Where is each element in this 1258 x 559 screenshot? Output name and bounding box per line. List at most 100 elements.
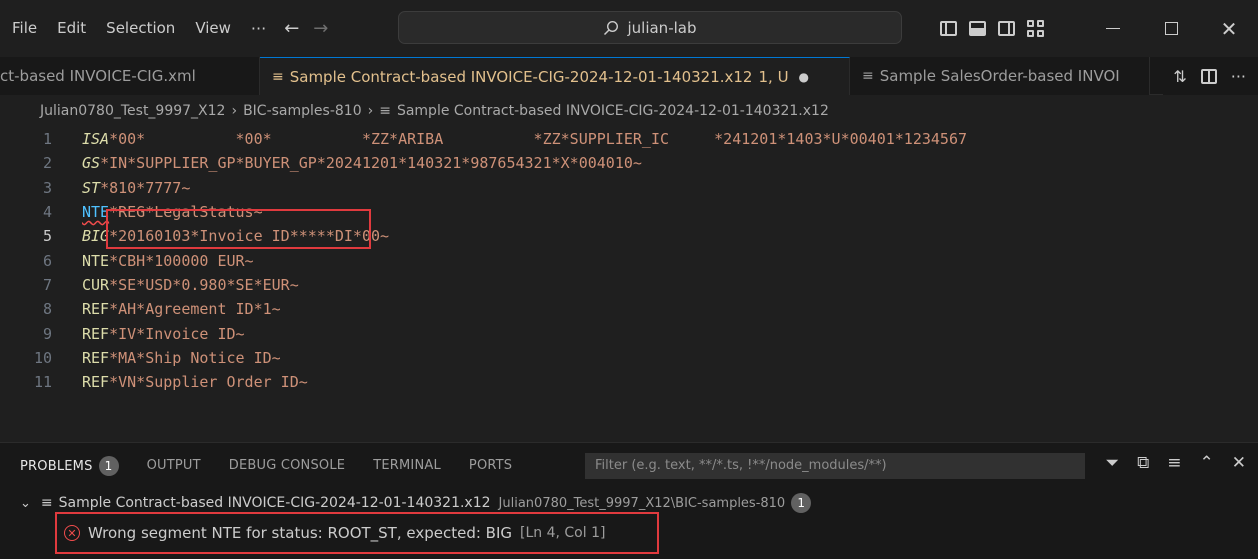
more-actions-icon[interactable]: ··· xyxy=(1231,67,1246,86)
window-controls: ✕ xyxy=(1084,0,1258,57)
tab-label: Sample SalesOrder-based INVOI xyxy=(879,67,1120,85)
customize-layout-icon[interactable] xyxy=(1027,20,1044,37)
error-message: Wrong segment NTE for status: ROOT_ST, e… xyxy=(88,524,513,542)
file-lines-icon: ≡ xyxy=(379,103,391,119)
code-line: 11 REF *VN*Supplier Order ID~ xyxy=(0,370,1258,394)
toggle-secondary-sidebar-icon[interactable] xyxy=(998,21,1015,36)
menu-file[interactable]: File xyxy=(2,0,47,57)
segment-id: GS xyxy=(82,154,101,173)
panel-actions: ⏷ ⧉ ≡ ⌃ ✕ xyxy=(1106,453,1247,473)
line-number: 4 xyxy=(42,203,52,222)
line-number: 8 xyxy=(42,300,52,319)
unsaved-dot-icon[interactable]: ● xyxy=(799,70,809,84)
source-control-compare-icon[interactable]: ⇅ xyxy=(1173,67,1186,86)
code-line: 6 NTE *CBH*100000 EUR~ xyxy=(0,248,1258,272)
breadcrumb-folder[interactable]: BIC-samples-810 xyxy=(243,103,362,119)
close-panel-icon[interactable]: ✕ xyxy=(1232,453,1246,473)
line-number: 9 xyxy=(42,324,52,343)
segment-id: ST xyxy=(82,178,101,197)
line-number: 11 xyxy=(33,373,52,392)
segment-id: BIG xyxy=(82,227,110,246)
breadcrumb-file[interactable]: Sample Contract-based INVOICE-CIG-2024-1… xyxy=(397,103,829,119)
segment-content: *00* *00* *ZZ*ARIBA *ZZ*SUPPLIER_IC *241… xyxy=(109,130,968,149)
code-editor[interactable]: 1 ISA *00* *00* *ZZ*ARIBA *ZZ*SUPPLIER_IC … xyxy=(0,127,1258,442)
menu-edit[interactable]: Edit xyxy=(47,0,96,57)
error-icon: ✕ xyxy=(64,525,80,541)
breadcrumb: Julian0780_Test_9997_X12 › BIC-samples-8… xyxy=(0,95,1258,127)
line-number: 2 xyxy=(42,154,52,173)
problem-file-name: Sample Contract-based INVOICE-CIG-2024-1… xyxy=(58,495,491,511)
more-menu-icon[interactable]: ··· xyxy=(241,19,276,38)
collapse-all-icon[interactable]: ⧉ xyxy=(1137,453,1149,473)
tab-label: PROBLEMS xyxy=(20,458,93,474)
line-number: 3 xyxy=(42,178,52,197)
tab-xml-file[interactable]: ct-based INVOICE-CIG.xml xyxy=(0,57,260,95)
segment-id: NTE xyxy=(82,251,110,270)
code-line-error: 4 NTE *REG*LegalStatus~ xyxy=(0,200,1258,224)
file-lines-icon: ≡ xyxy=(40,495,53,511)
segment-content: *CBH*100000 EUR~ xyxy=(109,251,254,270)
problem-error-row[interactable]: ✕ Wrong segment NTE for status: ROOT_ST,… xyxy=(0,518,1258,548)
segment-content: *AH*Agreement ID*1~ xyxy=(109,300,281,319)
breadcrumb-folder[interactable]: Julian0780_Test_9997_X12 xyxy=(40,103,225,119)
segment-id: REF xyxy=(82,373,110,392)
forward-arrow-icon[interactable]: → xyxy=(313,18,328,39)
segment-content: *MA*Ship Notice ID~ xyxy=(109,348,281,367)
segment-id-error: NTE xyxy=(82,203,110,222)
minimize-button[interactable] xyxy=(1084,0,1142,57)
segment-content: *20160103*Invoice ID*****DI*00~ xyxy=(109,227,390,246)
split-editor-icon[interactable] xyxy=(1200,68,1217,84)
back-arrow-icon[interactable]: ← xyxy=(284,18,299,39)
tab-label: Sample Contract-based INVOICE-CIG-2024-1… xyxy=(289,67,753,86)
chevron-right-icon: › xyxy=(231,103,238,119)
menu-view[interactable]: View xyxy=(185,0,241,57)
navigation-arrows: ← → xyxy=(284,18,328,39)
title-bar: File Edit Selection View ··· ← → julian-… xyxy=(0,0,1258,57)
tab-status-badge: 1, U xyxy=(758,67,789,86)
tab-actions: ⇅ ··· xyxy=(1163,57,1258,95)
tab-salesorder-file[interactable]: ≡ Sample SalesOrder-based INVOI xyxy=(850,57,1150,95)
file-lines-icon: ≡ xyxy=(272,68,284,85)
toggle-primary-sidebar-icon[interactable] xyxy=(940,21,957,36)
tab-active-x12-file[interactable]: ≡ Sample Contract-based INVOICE-CIG-2024… xyxy=(260,57,850,95)
filter-funnel-icon[interactable]: ⏷ xyxy=(1106,453,1120,473)
problem-file-row[interactable]: ⌄ ≡ Sample Contract-based INVOICE-CIG-20… xyxy=(0,488,1258,518)
line-number: 1 xyxy=(42,130,52,149)
command-center-search[interactable]: julian-lab xyxy=(398,11,902,44)
segment-id: REF xyxy=(82,348,110,367)
bottom-panel: PROBLEMS 1 OUTPUT DEBUG CONSOLE TERMINAL … xyxy=(0,442,1258,559)
segment-content: *IV*Invoice ID~ xyxy=(109,324,245,343)
maximize-button[interactable] xyxy=(1142,0,1200,57)
editor-tabs: ct-based INVOICE-CIG.xml ≡ Sample Contra… xyxy=(0,57,1258,95)
view-as-list-icon[interactable]: ≡ xyxy=(1167,453,1181,473)
problems-filter-input[interactable]: Filter (e.g. text, **/*.ts, !**/node_mod… xyxy=(585,453,1085,479)
code-line: 8 REF *AH*Agreement ID*1~ xyxy=(0,297,1258,321)
code-line: 9 REF *IV*Invoice ID~ xyxy=(0,321,1258,345)
segment-id: REF xyxy=(82,324,110,343)
line-number: 10 xyxy=(33,348,52,367)
menu-selection[interactable]: Selection xyxy=(96,0,185,57)
code-line: 1 ISA *00* *00* *ZZ*ARIBA *ZZ*SUPPLIER_IC … xyxy=(0,127,1258,151)
tab-debug-console[interactable]: DEBUG CONSOLE xyxy=(229,458,345,473)
segment-content: *IN*SUPPLIER_GP*BUYER_GP*20241201*140321… xyxy=(100,154,642,173)
code-line: 3 ST *810*7777~ xyxy=(0,176,1258,200)
close-button[interactable]: ✕ xyxy=(1200,0,1258,57)
maximize-panel-icon[interactable]: ⌃ xyxy=(1200,453,1214,473)
segment-content: *VN*Supplier Order ID~ xyxy=(109,373,308,392)
code-line-current: 5 BIG *20160103*Invoice ID*****DI*00~ xyxy=(0,224,1258,248)
file-lines-icon: ≡ xyxy=(862,68,874,84)
line-number: 7 xyxy=(42,275,52,294)
segment-id: REF xyxy=(82,300,110,319)
segment-content: *SE*USD*0.980*SE*EUR~ xyxy=(109,275,299,294)
tab-problems[interactable]: PROBLEMS 1 xyxy=(20,455,119,476)
chevron-down-icon[interactable]: ⌄ xyxy=(20,496,31,511)
segment-content: *810*7777~ xyxy=(100,178,191,197)
toggle-panel-icon[interactable] xyxy=(969,21,986,36)
tab-output[interactable]: OUTPUT xyxy=(147,458,201,473)
tab-ports[interactable]: PORTS xyxy=(469,458,512,473)
code-line: 10 REF *MA*Ship Notice ID~ xyxy=(0,346,1258,370)
tab-terminal[interactable]: TERMINAL xyxy=(373,458,441,473)
search-text: julian-lab xyxy=(627,18,697,37)
problems-count-badge: 1 xyxy=(98,455,119,476)
code-line: 2 GS *IN*SUPPLIER_GP*BUYER_GP*20241201*140… xyxy=(0,151,1258,175)
